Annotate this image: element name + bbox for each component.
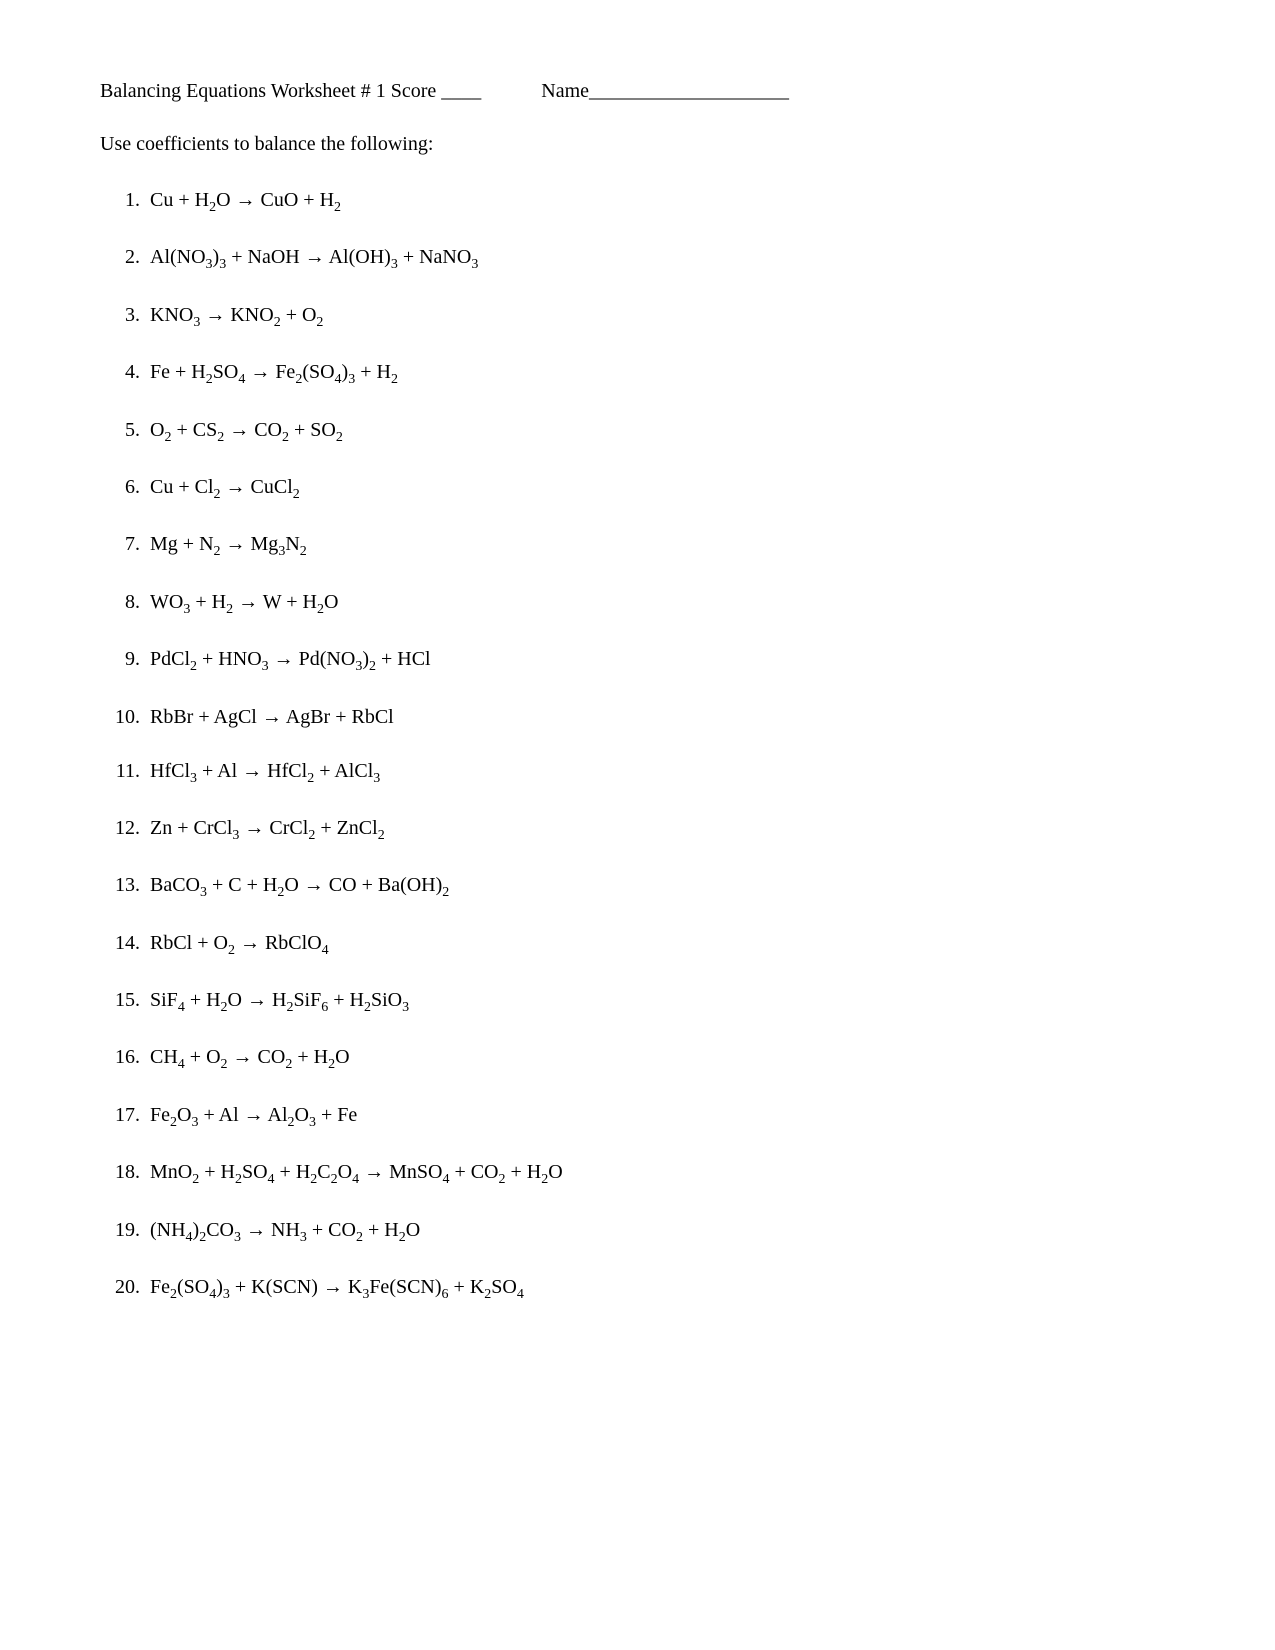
equation-content: SiF4 + H2O → H2SiF6 + H2SiO3 bbox=[150, 984, 409, 1019]
equation-content: O2 + CS2 → CO2 + SO2 bbox=[150, 414, 343, 449]
equation-item: 10. RbBr + AgCl → AgBr + RbCl bbox=[100, 701, 1175, 733]
equation-content: Zn + CrCl3 → CrCl2 + ZnCl2 bbox=[150, 812, 385, 847]
equations-list: 1. Cu + H2O → CuO + H2 2. Al(NO3)3 + NaOH →… bbox=[100, 184, 1175, 1306]
equation-content: HfCl3 + Al → HfCl2 + AlCl3 bbox=[150, 755, 380, 790]
equation-number: 15. bbox=[100, 984, 140, 1016]
equation-number: 5. bbox=[100, 414, 140, 446]
equation-item: 11. HfCl3 + Al → HfCl2 + AlCl3 bbox=[100, 755, 1175, 790]
equation-number: 8. bbox=[100, 586, 140, 618]
equation-number: 16. bbox=[100, 1041, 140, 1073]
equation-number: 14. bbox=[100, 927, 140, 959]
equation-content: WO3 + H2 → W + H2O bbox=[150, 586, 338, 621]
equation-number: 3. bbox=[100, 299, 140, 331]
equation-number: 6. bbox=[100, 471, 140, 503]
equation-item: 18. MnO2 + H2SO4 + H2C2O4 → MnSO4 + CO2 +… bbox=[100, 1156, 1175, 1191]
equation-item: 12. Zn + CrCl3 → CrCl2 + ZnCl2 bbox=[100, 812, 1175, 847]
equation-number: 9. bbox=[100, 643, 140, 675]
equation-item: 2. Al(NO3)3 + NaOH → Al(OH)3 + NaNO3 bbox=[100, 241, 1175, 276]
equation-content: Fe2O3 + Al → Al2O3 + Fe bbox=[150, 1099, 357, 1134]
equation-item: 9. PdCl2 + HNO3 → Pd(NO3)2 + HCl bbox=[100, 643, 1175, 678]
equation-content: Cu + Cl2 → CuCl2 bbox=[150, 471, 300, 506]
equation-number: 10. bbox=[100, 701, 140, 733]
equation-number: 4. bbox=[100, 356, 140, 388]
name-label: Name____________________ bbox=[541, 80, 789, 103]
instructions-text: Use coefficients to balance the followin… bbox=[100, 133, 1175, 156]
equation-item: 13. BaCO3 + C + H2O → CO + Ba(OH)2 bbox=[100, 869, 1175, 904]
equation-number: 19. bbox=[100, 1214, 140, 1246]
equation-content: PdCl2 + HNO3 → Pd(NO3)2 + HCl bbox=[150, 643, 431, 678]
equation-content: KNO3 → KNO2 + O2 bbox=[150, 299, 323, 334]
equation-number: 18. bbox=[100, 1156, 140, 1188]
equation-content: RbCl + O2 → RbClO4 bbox=[150, 927, 329, 962]
equation-content: CH4 + O2 → CO2 + H2O bbox=[150, 1041, 350, 1076]
equation-item: 6. Cu + Cl2 → CuCl2 bbox=[100, 471, 1175, 506]
equation-content: Cu + H2O → CuO + H2 bbox=[150, 184, 341, 219]
equation-number: 12. bbox=[100, 812, 140, 844]
equation-content: Fe2(SO4)3 + K(SCN) → K3Fe(SCN)6 + K2SO4 bbox=[150, 1271, 524, 1306]
equation-item: 5. O2 + CS2 → CO2 + SO2 bbox=[100, 414, 1175, 449]
equation-content: BaCO3 + C + H2O → CO + Ba(OH)2 bbox=[150, 869, 449, 904]
equation-item: 1. Cu + H2O → CuO + H2 bbox=[100, 184, 1175, 219]
equation-item: 17. Fe2O3 + Al → Al2O3 + Fe bbox=[100, 1099, 1175, 1134]
equation-content: MnO2 + H2SO4 + H2C2O4 → MnSO4 + CO2 + H2… bbox=[150, 1156, 563, 1191]
equation-number: 1. bbox=[100, 184, 140, 216]
equation-content: (NH4)2CO3 → NH3 + CO2 + H2O bbox=[150, 1214, 420, 1249]
equation-content: Fe + H2SO4 → Fe2(SO4)3 + H2 bbox=[150, 356, 398, 391]
equation-item: 15. SiF4 + H2O → H2SiF6 + H2SiO3 bbox=[100, 984, 1175, 1019]
equation-item: 8. WO3 + H2 → W + H2O bbox=[100, 586, 1175, 621]
worksheet-title: Balancing Equations Worksheet # 1 Score … bbox=[100, 80, 481, 103]
equation-item: 16. CH4 + O2 → CO2 + H2O bbox=[100, 1041, 1175, 1076]
equation-item: 4. Fe + H2SO4 → Fe2(SO4)3 + H2 bbox=[100, 356, 1175, 391]
equation-content: Mg + N2 → Mg3N2 bbox=[150, 528, 307, 563]
page-header: Balancing Equations Worksheet # 1 Score … bbox=[100, 80, 1175, 103]
equation-number: 7. bbox=[100, 528, 140, 560]
equation-content: Al(NO3)3 + NaOH → Al(OH)3 + NaNO3 bbox=[150, 241, 478, 276]
equation-item: 14. RbCl + O2 → RbClO4 bbox=[100, 927, 1175, 962]
equation-item: 7. Mg + N2 → Mg3N2 bbox=[100, 528, 1175, 563]
equation-number: 11. bbox=[100, 755, 140, 787]
equation-content: RbBr + AgCl → AgBr + RbCl bbox=[150, 701, 394, 733]
equation-item: 19. (NH4)2CO3 → NH3 + CO2 + H2O bbox=[100, 1214, 1175, 1249]
equation-item: 3. KNO3 → KNO2 + O2 bbox=[100, 299, 1175, 334]
equation-number: 20. bbox=[100, 1271, 140, 1303]
equation-number: 13. bbox=[100, 869, 140, 901]
equation-number: 17. bbox=[100, 1099, 140, 1131]
equation-item: 20. Fe2(SO4)3 + K(SCN) → K3Fe(SCN)6 + K2S… bbox=[100, 1271, 1175, 1306]
equation-number: 2. bbox=[100, 241, 140, 273]
